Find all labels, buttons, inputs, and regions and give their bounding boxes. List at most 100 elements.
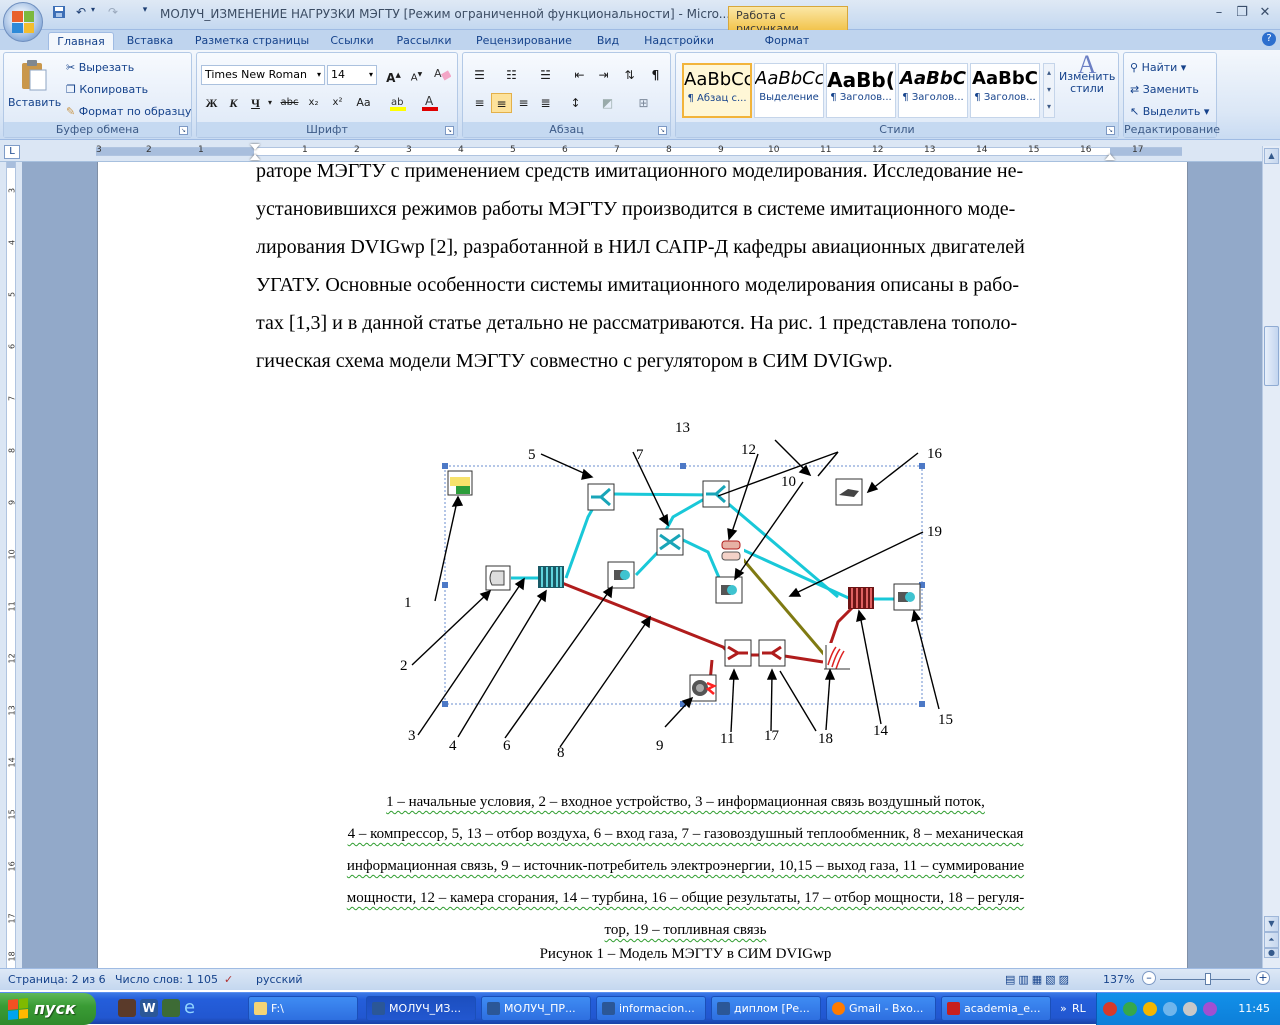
highlight-icon[interactable]: ab	[387, 93, 408, 113]
increase-indent-icon[interactable]: ⇥	[593, 65, 614, 85]
strikethrough-button[interactable]: abc	[279, 93, 300, 113]
align-center-icon[interactable]: ≡	[491, 93, 512, 113]
proofing-icon[interactable]: ✓	[224, 973, 233, 986]
task-word[interactable]: informacion...	[596, 996, 706, 1021]
figure-legend[interactable]: 1 – начальные условия, 2 – входное устро…	[258, 786, 1113, 946]
copy-button[interactable]: ❐ Копировать	[66, 83, 148, 96]
previous-page-icon[interactable]: ⏶	[1264, 932, 1279, 948]
view-buttons[interactable]: ▤▥▦▧▨	[1005, 973, 1072, 986]
multilevel-list-icon[interactable]: ☱	[535, 65, 556, 85]
block-results[interactable]	[835, 478, 863, 506]
tab-review[interactable]: Рецензирование	[468, 32, 580, 50]
ie-icon[interactable]: e	[184, 999, 202, 1017]
clock[interactable]: 11:45	[1238, 1002, 1270, 1015]
page-count[interactable]: Страница: 2 из 6	[8, 973, 106, 986]
dialog-launcher-icon[interactable]: ↘	[179, 126, 188, 135]
scroll-up-icon[interactable]: ▲	[1264, 148, 1279, 164]
quicklaunch-app-icon[interactable]	[162, 999, 180, 1017]
line-spacing-icon[interactable]: ↕	[565, 93, 586, 113]
word-icon[interactable]: W	[140, 999, 158, 1017]
show-marks-icon[interactable]: ¶	[645, 65, 666, 85]
office-button[interactable]	[3, 2, 43, 42]
style-heading3[interactable]: AaBbC ¶ Заголов...	[970, 63, 1040, 118]
help-icon[interactable]: ?	[1262, 32, 1276, 46]
input-language[interactable]: RL	[1072, 1002, 1086, 1015]
grow-font-icon[interactable]: A▲	[383, 65, 404, 85]
tab-format[interactable]: Формат	[752, 32, 822, 50]
style-heading2[interactable]: AaBbC ¶ Заголов...	[898, 63, 968, 118]
dialog-launcher-icon[interactable]: ↘	[658, 126, 667, 135]
tray-app-icon[interactable]	[1103, 1002, 1117, 1016]
first-line-indent-marker[interactable]	[250, 144, 260, 150]
styles-scroll[interactable]: ▴ ▾ ▾	[1043, 63, 1055, 118]
block-initial-conditions[interactable]	[447, 470, 473, 496]
font-color-icon[interactable]: A	[419, 93, 440, 113]
task-word-current[interactable]: МОЛУЧ_ИЗ...	[366, 996, 476, 1021]
restore-icon[interactable]: ❐	[1230, 4, 1254, 22]
block-electric-source[interactable]	[689, 674, 717, 702]
paste-button[interactable]: Вставить	[8, 59, 61, 109]
task-pdf[interactable]: academia_e...	[941, 996, 1051, 1021]
font-size-box[interactable]: 14 ▾	[327, 65, 377, 85]
tray-app-icon[interactable]	[1143, 1002, 1157, 1016]
scroll-thumb[interactable]	[1264, 326, 1279, 386]
topology-diagram[interactable]: 1 2 3 4 5 6 7 8 9 10 11 12 13 14 15 16 1…	[318, 407, 998, 787]
word-count[interactable]: Число слов: 1 105	[115, 973, 218, 986]
shrink-font-icon[interactable]: A▼	[406, 65, 427, 85]
style-heading1[interactable]: AaBb(¶ Заголов...	[826, 63, 896, 118]
justify-icon[interactable]: ≣	[535, 93, 556, 113]
underline-button[interactable]: Ч	[245, 93, 266, 113]
tab-insert[interactable]: Вставка	[120, 32, 180, 50]
zoom-level[interactable]: 137%	[1103, 973, 1134, 986]
block-heat-exchanger[interactable]	[656, 528, 684, 556]
find-button[interactable]: ⚲ Найти ▾	[1130, 61, 1186, 74]
undo-dropdown-icon[interactable]: ▾	[88, 5, 98, 23]
change-styles-button[interactable]: A Изменить стили	[1059, 52, 1115, 95]
tray-app-icon[interactable]	[1203, 1002, 1217, 1016]
block-combustor[interactable]	[718, 537, 744, 563]
tray-app-icon[interactable]	[1163, 1002, 1177, 1016]
block-gas-inlet[interactable]	[607, 561, 635, 589]
vertical-scrollbar[interactable]: ▲ ▼ ⏶ ●	[1262, 146, 1280, 968]
subscript-button[interactable]: x₂	[303, 93, 324, 113]
italic-button[interactable]: К	[223, 93, 244, 113]
numbering-icon[interactable]: ☷	[501, 65, 522, 85]
block-power-sum[interactable]	[724, 639, 752, 667]
block-compressor[interactable]	[538, 566, 564, 588]
task-explorer[interactable]: F:\	[248, 996, 358, 1021]
close-icon[interactable]: ✕	[1253, 4, 1277, 22]
zoom-in-icon[interactable]: +	[1256, 971, 1270, 985]
task-word[interactable]: диплом [Ре...	[711, 996, 821, 1021]
align-left-icon[interactable]: ≡	[469, 93, 490, 113]
dialog-launcher-icon[interactable]: ↘	[445, 126, 454, 135]
select-button[interactable]: ↖ Выделить ▾	[1130, 105, 1209, 118]
scroll-down-icon[interactable]: ▼	[1264, 916, 1279, 932]
style-normal[interactable]: AaBbCc ¶ Абзац с...	[682, 63, 752, 118]
sort-icon[interactable]: ⇅	[619, 65, 640, 85]
tab-page-layout[interactable]: Разметка страницы	[190, 32, 314, 50]
tab-selector-icon[interactable]: L	[4, 145, 20, 159]
clear-format-icon[interactable]: A	[431, 65, 452, 85]
tab-references[interactable]: Ссылки	[324, 32, 380, 50]
customize-qat-icon[interactable]: ▾	[136, 5, 154, 23]
block-gas-outlet-15[interactable]	[893, 583, 921, 611]
replace-button[interactable]: ⇄ Заменить	[1130, 83, 1199, 96]
decrease-indent-icon[interactable]: ⇤	[569, 65, 590, 85]
block-gas-outlet-10[interactable]	[715, 576, 743, 604]
change-case-button[interactable]: Aa	[353, 93, 374, 113]
shading-icon[interactable]: ◩	[597, 93, 618, 113]
borders-icon[interactable]: ⊞	[633, 93, 654, 113]
quicklaunch-app-icon[interactable]	[118, 999, 136, 1017]
tab-view[interactable]: Вид	[590, 32, 626, 50]
start-button[interactable]: пуск	[0, 993, 96, 1025]
zoom-slider-thumb[interactable]	[1205, 973, 1211, 985]
bullets-icon[interactable]: ☰	[469, 65, 490, 85]
chevron-down-icon[interactable]: ▾	[265, 93, 275, 113]
document-page[interactable]: раторе МЭГТУ с применением средств имита…	[97, 160, 1188, 968]
minimize-icon[interactable]: –	[1207, 4, 1231, 22]
style-emphasis[interactable]: AaBbCc Выделение	[754, 63, 824, 118]
volume-icon[interactable]	[1183, 1002, 1197, 1016]
format-painter-button[interactable]: ✎ Формат по образцу	[66, 105, 191, 118]
save-icon[interactable]	[50, 5, 68, 23]
dialog-launcher-icon[interactable]: ↘	[1106, 126, 1115, 135]
